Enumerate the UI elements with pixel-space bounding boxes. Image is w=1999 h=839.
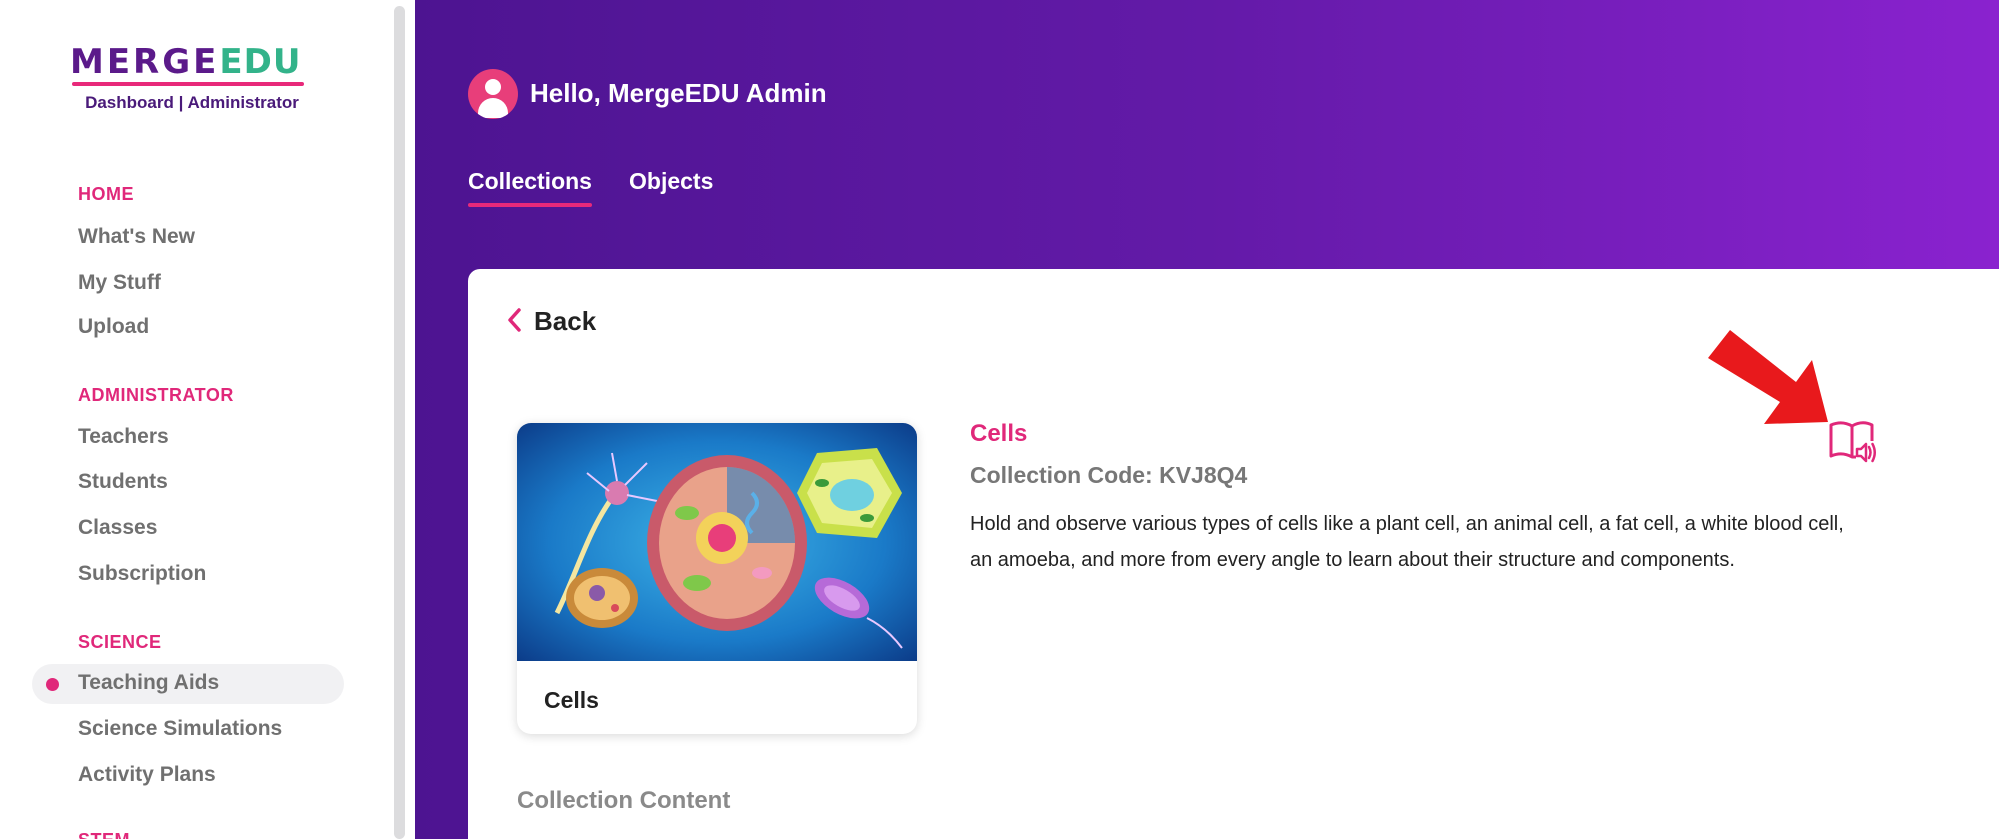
sidebar-item-activity-plans[interactable]: Activity Plans xyxy=(78,763,216,787)
active-tab-underline xyxy=(468,203,592,207)
cells-illustration xyxy=(517,423,917,661)
logo-brand: MERGE xyxy=(70,42,220,82)
collection-description: Hold and observe various types of cells … xyxy=(970,513,1844,571)
sidebar-item-classes[interactable]: Classes xyxy=(78,516,157,540)
sidebar-item-teachers[interactable]: Teachers xyxy=(78,425,169,449)
collection-content-heading: Collection Content xyxy=(517,787,731,814)
collection-code: Collection Code: KVJ8Q4 xyxy=(970,462,1248,488)
greeting-text: Hello, MergeEDU Admin xyxy=(530,78,827,108)
thumbnail-label: Cells xyxy=(544,687,599,713)
sidebar-item-students[interactable]: Students xyxy=(78,470,168,494)
sidebar-scrollbar[interactable] xyxy=(394,0,415,839)
tab-collections[interactable]: Collections xyxy=(468,168,592,195)
logo-subtitle: Dashboard | Administrator xyxy=(85,93,299,112)
sidebar-item-science-simulations[interactable]: Science Simulations xyxy=(78,717,282,741)
logo-brand-suffix: EDU xyxy=(219,42,302,82)
sidebar-item-teaching-aids[interactable]: Teaching Aids xyxy=(78,671,219,695)
back-button[interactable]: Back xyxy=(534,306,596,337)
scrollbar-thumb[interactable] xyxy=(394,6,405,839)
book-audio-icon[interactable] xyxy=(1828,419,1878,465)
active-indicator-dot xyxy=(46,678,59,691)
sidebar-item-whats-new[interactable]: What's New xyxy=(78,225,195,249)
sidebar-item-subscription[interactable]: Subscription xyxy=(78,562,206,586)
collection-thumbnail-card[interactable]: Cells xyxy=(517,423,917,734)
red-arrow-pointer xyxy=(1708,330,1828,424)
sidebar-item-my-stuff[interactable]: My Stuff xyxy=(78,271,161,295)
nav-section-stem: STEM xyxy=(78,830,130,839)
merge-edu-logo[interactable]: MERGEEDU Dashboard | Administrator xyxy=(70,42,310,112)
collection-title: Cells xyxy=(970,420,1028,447)
tab-objects[interactable]: Objects xyxy=(629,168,713,195)
logo-underline xyxy=(72,82,304,86)
sidebar: MERGEEDU Dashboard | Administrator HOME … xyxy=(0,0,394,839)
nav-section-home: HOME xyxy=(78,184,134,204)
user-avatar-icon[interactable] xyxy=(468,69,518,119)
chevron-left-icon[interactable] xyxy=(506,307,522,333)
nav-section-science: SCIENCE xyxy=(78,632,162,652)
nav-section-administrator: ADMINISTRATOR xyxy=(78,385,234,405)
sidebar-item-upload[interactable]: Upload xyxy=(78,315,149,339)
